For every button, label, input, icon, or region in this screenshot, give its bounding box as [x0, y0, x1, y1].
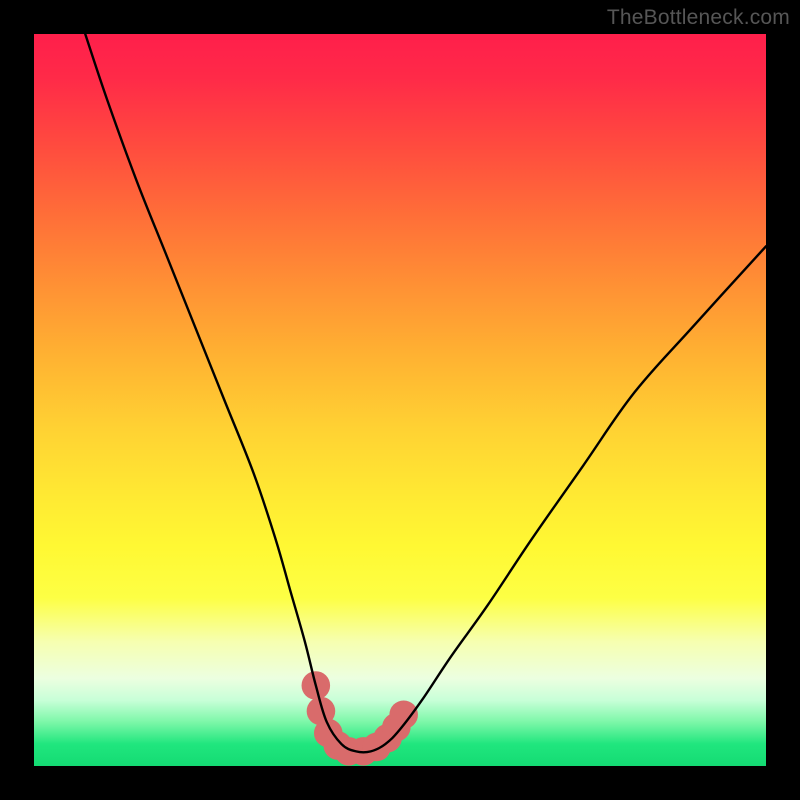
chart-frame: TheBottleneck.com	[0, 0, 800, 800]
watermark-text: TheBottleneck.com	[607, 6, 790, 30]
plot-area	[34, 34, 766, 766]
bottleneck-curve	[85, 34, 766, 752]
chart-svg	[34, 34, 766, 766]
